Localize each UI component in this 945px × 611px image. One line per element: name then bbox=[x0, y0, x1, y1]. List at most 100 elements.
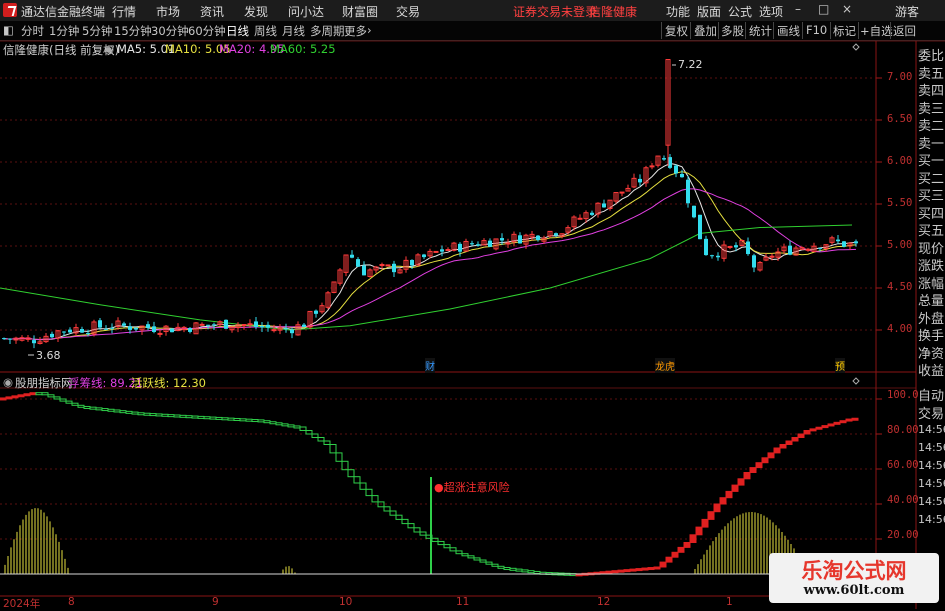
float-chip-box bbox=[821, 425, 829, 429]
side-panel-item[interactable]: 交易 bbox=[918, 403, 945, 422]
menu-news[interactable]: 资讯 bbox=[200, 3, 224, 20]
side-panel-item[interactable]: 自动 bbox=[918, 385, 945, 404]
candle-body bbox=[188, 328, 192, 332]
menu-trade[interactable]: 交易 bbox=[396, 3, 420, 20]
period-daily[interactable]: 日线 bbox=[226, 23, 249, 39]
more-arrow-icon[interactable]: › bbox=[367, 23, 372, 37]
menu-market[interactable]: 市场 bbox=[156, 3, 180, 20]
event-mark-dragon-tiger[interactable]: 龙虎 bbox=[655, 358, 675, 373]
period-multi[interactable]: 多周期 bbox=[310, 23, 345, 39]
menu-discover[interactable]: 发现 bbox=[244, 3, 268, 20]
float-chip-box bbox=[425, 534, 433, 539]
side-panel-item[interactable]: 委比 bbox=[918, 45, 945, 64]
close-button[interactable]: × bbox=[842, 2, 852, 16]
stats-button[interactable]: 统计 bbox=[749, 23, 772, 39]
candle-body bbox=[625, 187, 631, 192]
minimize-button[interactable]: – bbox=[795, 2, 801, 16]
menu-layout[interactable]: 版面 bbox=[697, 3, 721, 20]
side-panel-item[interactable]: 买三 bbox=[918, 185, 945, 204]
side-panel-item[interactable]: 卖一 bbox=[918, 133, 945, 152]
side-panel-item[interactable]: 买四 bbox=[918, 203, 945, 222]
float-chip-box bbox=[149, 413, 157, 417]
back-button[interactable]: 返回 bbox=[893, 23, 916, 39]
side-panel-item[interactable]: 买五 bbox=[918, 220, 945, 239]
trade-login-alert[interactable]: 证券交易未登录 bbox=[513, 3, 597, 20]
float-chip-box bbox=[413, 527, 421, 533]
candle-body bbox=[505, 242, 511, 245]
side-panel-item[interactable]: 卖二 bbox=[918, 115, 945, 134]
menu-wealth-circle[interactable]: 财富圈 bbox=[342, 3, 378, 20]
side-panel-item[interactable]: 净资 bbox=[918, 343, 945, 362]
menu-options[interactable]: 选项 bbox=[759, 3, 783, 20]
date-label: 9 bbox=[212, 596, 219, 608]
side-panel-item[interactable]: 卖四 bbox=[918, 80, 945, 99]
menu-formula[interactable]: 公式 bbox=[728, 3, 752, 20]
float-chip-box bbox=[551, 572, 559, 576]
legend-toggle-icon[interactable]: ◉ bbox=[104, 42, 114, 56]
candle-body bbox=[80, 329, 84, 333]
period-monthly[interactable]: 月线 bbox=[282, 23, 305, 39]
side-panel-item[interactable]: 14:56 bbox=[918, 441, 945, 454]
title-bar: 通达信金融终端 行情 市场 资讯 发现 问小达 财富圈 交易 证券交易未登录 信… bbox=[0, 0, 945, 22]
side-panel-item[interactable]: 外盘 bbox=[918, 308, 945, 327]
period-30min[interactable]: 30分钟 bbox=[151, 23, 189, 39]
side-panel-item[interactable]: 买二 bbox=[918, 168, 945, 187]
side-panel-item[interactable]: 收益 bbox=[918, 360, 945, 379]
draw-line-button[interactable]: 画线 bbox=[777, 23, 800, 39]
period-1min[interactable]: 1分钟 bbox=[49, 23, 79, 39]
side-panel-item[interactable]: 14:56 bbox=[918, 477, 945, 490]
float-chip-box bbox=[803, 430, 811, 435]
active-line-legend: 活跃线: 12.30 bbox=[131, 376, 206, 390]
side-panel-item[interactable]: 涨幅 bbox=[918, 273, 945, 292]
candle-body bbox=[541, 237, 547, 242]
multi-stock-button[interactable]: 多股 bbox=[721, 23, 744, 39]
float-chip-box bbox=[797, 433, 805, 438]
mark-button[interactable]: 标记 bbox=[833, 23, 856, 39]
ma60-line bbox=[0, 224, 853, 331]
user-label[interactable]: 游客 bbox=[895, 3, 919, 20]
menu-ask-xiaoda[interactable]: 问小达 bbox=[288, 3, 324, 20]
stock-tag: 信隆健康 bbox=[589, 5, 638, 19]
event-mark-forecast[interactable]: 预 bbox=[835, 358, 845, 373]
side-panel-item[interactable]: 涨跌 bbox=[918, 255, 945, 274]
f10-button[interactable]: F10 bbox=[806, 23, 827, 37]
side-panel-item[interactable]: 卖五 bbox=[918, 63, 945, 82]
period-timeshare[interactable]: 分时 bbox=[21, 23, 44, 39]
candle-body bbox=[68, 329, 72, 333]
candle-body bbox=[98, 320, 102, 328]
indicator-tick: 100.0 bbox=[887, 389, 919, 401]
float-chip-box bbox=[197, 415, 205, 419]
maximize-button[interactable]: □ bbox=[818, 2, 829, 16]
date-label: 1 bbox=[726, 596, 733, 608]
period-weekly[interactable]: 周线 bbox=[254, 23, 277, 39]
period-15min[interactable]: 15分钟 bbox=[114, 23, 152, 39]
candle-body bbox=[481, 240, 487, 246]
candle-body bbox=[488, 240, 492, 247]
side-panel-item[interactable]: 14:56 bbox=[918, 513, 945, 526]
app-logo-icon bbox=[3, 3, 17, 17]
side-panel-item[interactable]: 14:56 bbox=[918, 459, 945, 472]
float-chip-box bbox=[65, 400, 73, 404]
side-panel-item[interactable]: 换手 bbox=[918, 325, 945, 344]
overlay-button[interactable]: 叠加 bbox=[694, 23, 717, 39]
float-chip-box bbox=[311, 433, 319, 438]
period-more[interactable]: 更多 bbox=[344, 23, 367, 39]
kline-chart[interactable] bbox=[0, 0, 945, 609]
collapse-left-icon[interactable]: ◧ bbox=[3, 23, 14, 37]
float-chip-box bbox=[353, 476, 361, 484]
period-60min[interactable]: 60分钟 bbox=[188, 23, 226, 39]
period-5min[interactable]: 5分钟 bbox=[82, 23, 112, 39]
side-panel-item[interactable]: 现价 bbox=[918, 238, 945, 257]
adjust-button[interactable]: 复权 bbox=[665, 23, 688, 39]
side-panel-item[interactable]: 14:56 bbox=[918, 495, 945, 508]
side-panel-item[interactable]: 总量 bbox=[918, 290, 945, 309]
side-panel-item[interactable]: 买一 bbox=[918, 150, 945, 169]
menu-quotes[interactable]: 行情 bbox=[112, 3, 136, 20]
event-mark-finance[interactable]: 财 bbox=[425, 358, 435, 373]
menu-function[interactable]: 功能 bbox=[666, 3, 690, 20]
float-chip-box bbox=[269, 421, 277, 425]
side-panel-item[interactable]: 卖三 bbox=[918, 98, 945, 117]
indicator-toggle-icon[interactable]: ◉ bbox=[3, 375, 13, 389]
add-watchlist-button[interactable]: +自选 bbox=[860, 23, 893, 39]
side-panel-item[interactable]: 14:56 bbox=[918, 423, 945, 436]
